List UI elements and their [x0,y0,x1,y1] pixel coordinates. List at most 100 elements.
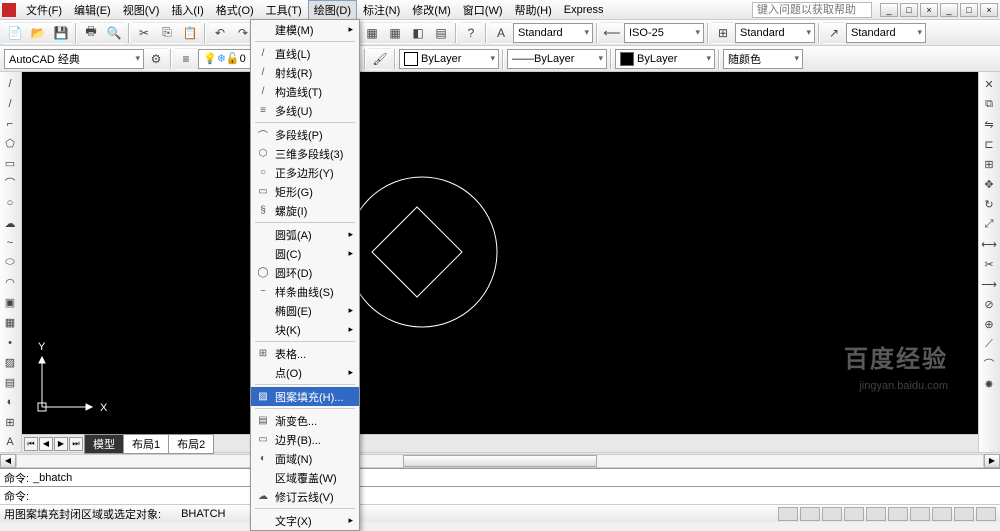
drawing-canvas[interactable]: X Y 百度经验 jingyan.baidu.com [22,72,978,434]
menu-xline[interactable]: /构造线(T) [251,82,359,101]
extend-icon[interactable]: ⟶ [979,274,999,294]
workspace-combo[interactable]: AutoCAD 经典 [4,49,144,69]
spline-icon[interactable]: ~ [0,233,20,253]
menu-spline[interactable]: ~样条曲线(S) [251,282,359,301]
menu-pline[interactable]: ⌒多段线(P) [251,125,359,144]
cut-icon[interactable]: ✂ [133,22,155,44]
menu-gradient[interactable]: ▤渐变色... [251,411,359,430]
doc-minimize-button[interactable]: _ [940,3,958,17]
break-icon[interactable]: ⊘ [979,294,999,314]
menu-ellipse[interactable]: 椭圆(E)▸ [251,301,359,320]
menu-dimension[interactable]: 标注(N) [357,0,406,20]
command-line-2[interactable]: 命令: [0,486,1000,504]
table-icon[interactable]: ⊞ [0,412,20,432]
plotstyle-combo[interactable]: 随颜色 [723,49,803,69]
menu-modeling[interactable]: 建模(M)▸ [251,20,359,39]
menu-polygon[interactable]: ○正多边形(Y) [251,163,359,182]
print-icon[interactable]: 🖶 [80,22,102,44]
command-input[interactable] [33,490,996,502]
menu-point[interactable]: 点(O)▸ [251,363,359,382]
doc-restore-button[interactable]: □ [960,3,978,17]
menu-arc[interactable]: 圆弧(A)▸ [251,225,359,244]
paste-icon[interactable]: 📋 [179,22,201,44]
mleaderstyle-icon[interactable]: ↗ [823,22,845,44]
copy-icon[interactable]: ⎘ [156,22,178,44]
copy-obj-icon[interactable]: ⧉ [979,94,999,114]
hatch-icon[interactable]: ▨ [0,352,20,372]
undo-icon[interactable]: ↶ [209,22,231,44]
join-icon[interactable]: ⊕ [979,314,999,334]
menu-region[interactable]: ◐面域(N) [251,449,359,468]
calculator-icon[interactable]: ▤ [430,22,452,44]
snap-toggle[interactable] [778,507,798,521]
tablestyle-icon[interactable]: ⊞ [712,22,734,44]
gradient-icon[interactable]: ▤ [0,372,20,392]
lwt-toggle[interactable] [954,507,974,521]
insert-icon[interactable]: ▣ [0,293,20,313]
textstyle-icon[interactable]: A [490,22,512,44]
sheetset-icon[interactable]: ▦ [384,22,406,44]
lineweight-combo[interactable]: ByLayer [615,49,715,69]
color-combo[interactable]: ByLayer [399,49,499,69]
dimstyle-icon[interactable]: ⟵ [601,22,623,44]
menu-boundary[interactable]: ▭边界(B)... [251,430,359,449]
tab-next-icon[interactable]: ▶ [54,437,68,451]
minimize-button[interactable]: _ [880,3,898,17]
toolpalette-icon[interactable]: ▦ [361,22,383,44]
menu-helix[interactable]: §螺旋(I) [251,201,359,220]
menu-circle[interactable]: 圆(C)▸ [251,244,359,263]
dyn-toggle[interactable] [932,507,952,521]
ortho-toggle[interactable] [822,507,842,521]
menu-block[interactable]: 块(K)▸ [251,320,359,339]
menu-table[interactable]: ⊞表格... [251,344,359,363]
otrack-toggle[interactable] [888,507,908,521]
grid-toggle[interactable] [800,507,820,521]
scale-icon[interactable]: ⤢ [979,214,999,234]
polygon-icon[interactable]: ⬠ [0,134,20,154]
point-icon[interactable]: • [0,333,20,353]
line-icon[interactable]: / [0,74,20,94]
new-icon[interactable]: 📄 [4,22,26,44]
rotate-icon[interactable]: ↻ [979,194,999,214]
ellipsearc-icon[interactable]: ◠ [0,273,20,293]
tab-model[interactable]: 模型 [84,434,124,454]
tablestyle-combo[interactable]: Standard [735,23,815,43]
rectangle-icon[interactable]: ▭ [0,154,20,174]
offset-icon[interactable]: ⊏ [979,134,999,154]
mtext-icon[interactable]: A [0,432,20,452]
osnap-toggle[interactable] [866,507,886,521]
fillet-icon[interactable]: ⌒ [979,354,999,374]
scroll-left-icon[interactable]: ◀ [0,454,16,468]
menu-tools[interactable]: 工具(T) [260,0,308,20]
save-icon[interactable]: 💾 [50,22,72,44]
linetype-combo[interactable]: —— ByLayer [507,49,607,69]
menu-hatch[interactable]: ▨图案填充(H)... [251,387,359,406]
scroll-thumb[interactable] [403,455,596,467]
matchprop-icon[interactable]: 🖌 [369,48,391,70]
layer-manager-icon[interactable]: ≡ [175,48,197,70]
pline-icon[interactable]: ⌐ [0,114,20,134]
menu-window[interactable]: 窗口(W) [457,0,509,20]
ellipse-icon[interactable]: ⬭ [0,253,20,273]
menu-mline[interactable]: ≡多线(U) [251,101,359,120]
horizontal-scrollbar[interactable]: ◀ ▶ [0,452,1000,468]
preview-icon[interactable]: 🔍 [103,22,125,44]
explode-icon[interactable]: ✸ [979,374,999,394]
doc-close-button[interactable]: × [980,3,998,17]
circle-icon[interactable]: ○ [0,193,20,213]
model-toggle[interactable] [976,507,996,521]
erase-icon[interactable]: ✕ [979,74,999,94]
mleaderstyle-combo[interactable]: Standard [846,23,926,43]
revcloud-icon[interactable]: ☁ [0,213,20,233]
menu-text[interactable]: 文字(X)▸ [251,511,359,530]
move-icon[interactable]: ✥ [979,174,999,194]
makeblock-icon[interactable]: ▦ [0,313,20,333]
menu-edit[interactable]: 编辑(E) [68,0,117,20]
textstyle-combo[interactable]: Standard [513,23,593,43]
markup-icon[interactable]: ◧ [407,22,429,44]
menu-help[interactable]: 帮助(H) [509,0,558,20]
close-button[interactable]: × [920,3,938,17]
region-icon[interactable]: ◐ [0,392,20,412]
menu-format[interactable]: 格式(O) [210,0,260,20]
menu-revcloud[interactable]: ☁修订云线(V) [251,487,359,506]
